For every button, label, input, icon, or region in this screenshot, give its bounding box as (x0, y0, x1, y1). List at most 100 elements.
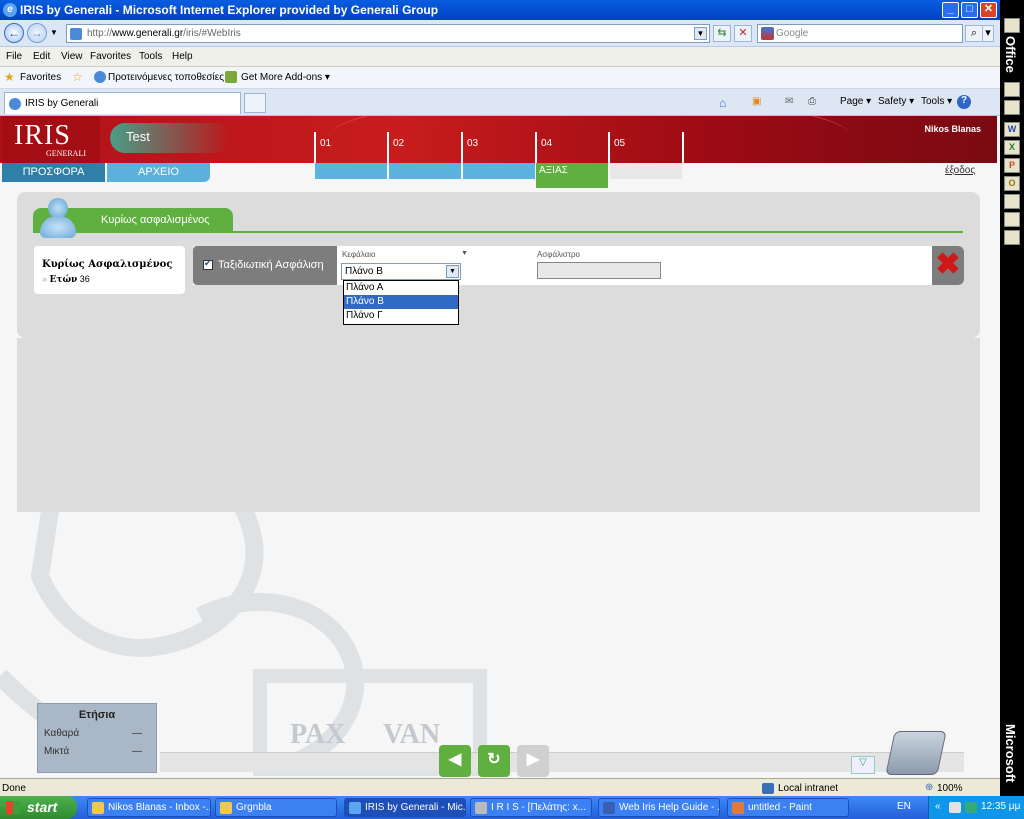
tools-menu[interactable]: Tools ▾ (921, 96, 952, 107)
step-03-bar (463, 163, 535, 179)
help-icon[interactable]: ? (957, 95, 971, 109)
maximize-button[interactable]: □ (961, 2, 978, 18)
select-dropdown-icon[interactable]: ▼ (446, 265, 459, 278)
zoom-level[interactable]: 100% (937, 783, 963, 794)
minimize-button[interactable]: _ (942, 2, 959, 18)
footer-toolbar (160, 752, 964, 772)
office-tool-icon[interactable] (1004, 194, 1020, 209)
watermark-text-van: VAN (383, 719, 441, 750)
address-dropdown-icon[interactable]: ▼ (694, 27, 707, 40)
delete-cover-button[interactable]: ✖ (932, 246, 964, 285)
page-favicon-icon (70, 28, 82, 40)
print-icon[interactable]: ⎙ (808, 96, 816, 107)
language-indicator[interactable]: EN (897, 801, 911, 812)
search-options-icon[interactable]: ▾ (982, 25, 994, 42)
annual-summary: Ετήσια Καθαρά — Μικτά — (37, 703, 157, 773)
add-favorite-icon[interactable]: ☆ (72, 70, 83, 84)
refresh-icon[interactable]: ⇆ (713, 25, 731, 42)
exit-link[interactable]: έξοδος (945, 165, 975, 176)
calculator-icon[interactable] (885, 731, 947, 775)
nav-archive-tab[interactable]: ΑΡΧΕΙΟ (107, 163, 210, 182)
tray-antivirus-icon[interactable] (965, 802, 977, 813)
step-04-active-bar[interactable]: ΑΞΙΑΣ (536, 163, 608, 188)
cover-checkbox[interactable] (203, 258, 213, 270)
session-name: Test (110, 123, 230, 153)
get-addons-link[interactable]: Get More Add-ons ▾ (241, 72, 330, 83)
step-04[interactable]: 04 (535, 132, 609, 163)
tab-row: IRIS by Generali ⌂ ▣ ✉ ⎙ Page ▾ Safety ▾… (0, 89, 1000, 116)
ie-task-icon (349, 802, 361, 814)
logo-text: IRIS (14, 120, 71, 151)
office-open-icon[interactable] (1004, 100, 1020, 115)
excel-icon[interactable]: X (1004, 140, 1020, 155)
filter-icon[interactable]: ▽ (851, 756, 875, 774)
step-01[interactable]: 01 (314, 132, 388, 163)
step-02[interactable]: 02 (387, 132, 461, 163)
outlook-icon[interactable]: O (1004, 176, 1020, 191)
menu-file[interactable]: File (6, 51, 22, 62)
iris-logo[interactable]: IRIS GENERALI (2, 116, 100, 163)
next-step-icon[interactable]: ▶ (517, 745, 549, 777)
search-input[interactable]: Google (757, 24, 963, 43)
net-value: — (132, 728, 142, 739)
tray-app-icon[interactable] (949, 802, 961, 813)
nav-offer-tab[interactable]: ΠΡΟΣΦΟΡΑ (2, 163, 105, 182)
task-inbox[interactable]: Nikos Blanas - Inbox -... (87, 798, 211, 817)
suggested-sites-icon (94, 71, 106, 83)
option-plan-a[interactable]: Πλάνο Α (344, 281, 458, 295)
step-03[interactable]: 03 (461, 132, 535, 163)
mail-icon[interactable]: ✉ (785, 96, 793, 107)
back-icon[interactable]: ← (4, 23, 24, 43)
word-icon[interactable]: W (1004, 122, 1020, 137)
powerpoint-icon[interactable]: P (1004, 158, 1020, 173)
insured-card[interactable]: Κυρίως Ασφαλισμένος » Ετών 36 (34, 246, 185, 294)
office-tool-2-icon[interactable] (1004, 212, 1020, 227)
task-help-guide[interactable]: Web Iris Help Guide - ... (598, 798, 720, 817)
task-iris-client[interactable]: I R I S - [Πελάτης: x... (470, 798, 592, 817)
gross-label: Μικτά (44, 746, 70, 757)
office-app-icon[interactable] (1004, 18, 1020, 33)
new-tab-button[interactable] (244, 93, 266, 113)
task-paint[interactable]: untitled - Paint (727, 798, 849, 817)
favorites-button[interactable]: Favorites (20, 72, 61, 83)
travel-insurance-cover[interactable]: Ταξιδιωτική Ασφάλιση (193, 246, 337, 285)
start-button[interactable]: start (0, 796, 77, 819)
option-plan-b[interactable]: Πλάνο Β (344, 295, 458, 309)
previous-step-icon[interactable]: ◀ (439, 745, 471, 777)
stop-icon[interactable]: ✕ (734, 25, 752, 42)
premium-field (537, 262, 661, 279)
clock[interactable]: 12:35 μμ (981, 801, 1020, 812)
tab-iris[interactable]: IRIS by Generali (4, 92, 241, 114)
search-icon[interactable]: ⌕ (965, 25, 983, 42)
capital-select[interactable]: Πλάνο Β ▼ (341, 263, 461, 280)
folder-icon (220, 802, 232, 814)
office-label: Office (1003, 36, 1018, 73)
office-tool-3-icon[interactable] (1004, 230, 1020, 245)
refresh-step-icon[interactable]: ↻ (478, 745, 510, 777)
office-new-icon[interactable] (1004, 82, 1020, 97)
address-url: http://www.generali.gr/iris/#WebIris (87, 28, 241, 39)
task-grgnbla[interactable]: Grgnbla (215, 798, 337, 817)
forward-icon[interactable]: → (27, 23, 47, 43)
menu-tools[interactable]: Tools (139, 51, 162, 62)
microsoft-label: Microsoft (1003, 724, 1018, 783)
task-iris-ie[interactable]: IRIS by Generali - Mic... (344, 798, 466, 817)
tray-arrow-icon[interactable]: « (935, 801, 941, 812)
menu-edit[interactable]: Edit (33, 51, 50, 62)
feeds-icon[interactable]: ▣ (752, 96, 761, 107)
capital-selected-value: Πλάνο Β (345, 266, 383, 277)
home-icon[interactable]: ⌂ (719, 96, 726, 110)
close-button[interactable]: ✕ (980, 2, 997, 18)
menu-help[interactable]: Help (172, 51, 193, 62)
status-bar: Done Local intranet ⊕ 100% (0, 778, 1000, 798)
menu-favorites[interactable]: Favorites (90, 51, 131, 62)
safety-menu[interactable]: Safety ▾ (878, 96, 914, 107)
history-dropdown-icon[interactable]: ▼ (50, 28, 58, 37)
addons-icon (225, 71, 237, 83)
step-05[interactable]: 05 (608, 132, 684, 163)
page-menu[interactable]: Page ▾ (840, 96, 871, 107)
menu-view[interactable]: View (61, 51, 83, 62)
address-bar[interactable]: http://www.generali.gr/iris/#WebIris ▼ (66, 24, 710, 43)
suggested-sites-link[interactable]: Προτεινόμενες τοποθεσίες ▾ (108, 72, 232, 83)
option-plan-c[interactable]: Πλάνο Γ (344, 309, 458, 323)
